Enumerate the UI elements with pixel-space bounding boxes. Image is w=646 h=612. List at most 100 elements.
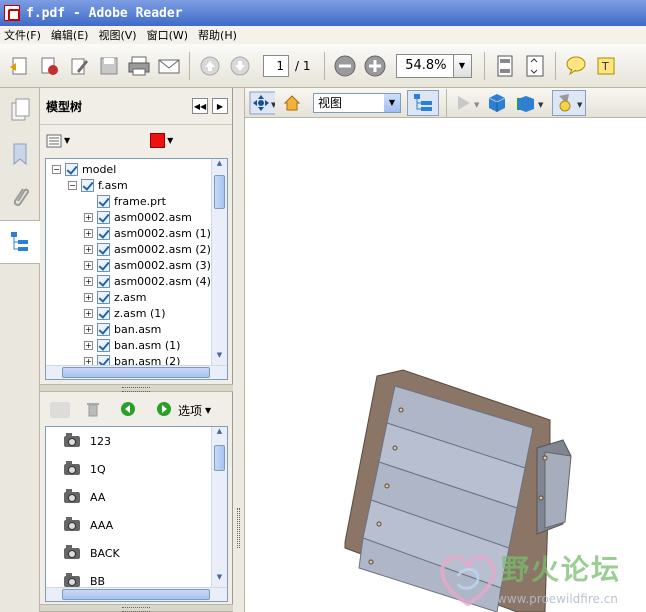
fit-page-icon[interactable]	[492, 53, 518, 79]
previous-view-icon[interactable]	[120, 401, 136, 420]
visibility-checkbox[interactable]	[97, 274, 110, 288]
expand-panel-icon[interactable]: ▶	[212, 98, 228, 114]
tree-row[interactable]: + asm0002.asm (3)	[46, 257, 227, 273]
expand-icon[interactable]: +	[84, 340, 93, 350]
menu-file[interactable]: 文件(F)	[0, 27, 47, 43]
zoom-out-icon[interactable]	[332, 53, 358, 79]
document-view[interactable]: ▼ 视图 ▼ ▼ ▼ ▼ 野火论坛 www.proewildfire.cn	[245, 88, 646, 612]
tree-row[interactable]: − f.asm	[46, 177, 227, 193]
projection-mode-icon[interactable]	[484, 90, 510, 116]
collapse-icon[interactable]: −	[52, 164, 61, 174]
create-pdf-icon[interactable]	[6, 53, 32, 79]
scroll-down-icon[interactable]: ▼	[212, 573, 227, 587]
comment-icon[interactable]	[563, 53, 589, 79]
visibility-checkbox[interactable]	[97, 194, 110, 208]
tree-row[interactable]: + asm0002.asm	[46, 209, 227, 225]
model-tree-icon[interactable]	[0, 220, 40, 264]
trash-icon[interactable]	[86, 401, 100, 420]
color-picker[interactable]: ▼	[150, 133, 173, 148]
visibility-checkbox[interactable]	[97, 306, 110, 320]
email-icon[interactable]	[156, 53, 182, 79]
expand-icon[interactable]: +	[84, 228, 93, 238]
visibility-checkbox[interactable]	[97, 210, 110, 224]
visibility-checkbox[interactable]	[97, 338, 110, 352]
home-view-icon[interactable]	[279, 90, 305, 116]
save-icon[interactable]	[96, 53, 122, 79]
expand-icon[interactable]: +	[84, 308, 93, 318]
bookmarks-icon[interactable]	[0, 132, 40, 176]
rotate-tool-icon[interactable]: ▼	[249, 90, 275, 116]
text-tool-icon[interactable]: T	[593, 53, 619, 79]
view-select[interactable]: 视图 ▼	[313, 92, 401, 113]
scroll-up-icon[interactable]: ▲	[212, 159, 227, 173]
views-vertical-scrollbar[interactable]: ▲ ▼	[211, 427, 227, 587]
hscroll-thumb[interactable]	[62, 589, 210, 600]
scroll-thumb[interactable]	[214, 445, 225, 471]
zoom-level-select[interactable]: 54.8% ▼	[395, 53, 472, 78]
pages-icon[interactable]	[0, 88, 40, 132]
camera-add-icon[interactable]	[50, 402, 70, 418]
visibility-checkbox[interactable]	[97, 226, 110, 240]
view-list-item[interactable]: 1Q	[46, 455, 227, 483]
tree-row[interactable]: + z.asm	[46, 289, 227, 305]
expand-icon[interactable]: +	[84, 244, 93, 254]
visibility-checkbox[interactable]	[81, 178, 94, 192]
view-list-item[interactable]: AA	[46, 483, 227, 511]
previous-page-icon[interactable]	[197, 53, 223, 79]
collapse-panel-icon[interactable]: ◀◀	[192, 98, 208, 114]
expand-icon[interactable]: +	[84, 292, 93, 302]
hscroll-thumb[interactable]	[62, 367, 210, 378]
full-screen-icon[interactable]	[522, 53, 548, 79]
zoom-in-icon[interactable]	[362, 53, 388, 79]
chevron-down-icon[interactable]: ▼	[452, 54, 471, 77]
visibility-checkbox[interactable]	[97, 242, 110, 256]
tree-row[interactable]: − model	[46, 161, 227, 177]
print-icon[interactable]	[126, 53, 152, 79]
tree-vertical-scrollbar[interactable]: ▲ ▼	[211, 159, 227, 365]
panel-resize-gutter[interactable]	[233, 88, 245, 612]
menu-window[interactable]: 窗口(W)	[143, 27, 194, 43]
menu-help[interactable]: 帮助(H)	[194, 27, 243, 43]
tree-row[interactable]: + ban.asm	[46, 321, 227, 337]
collaborate-icon[interactable]	[36, 53, 62, 79]
play-animation-icon[interactable]: ▼	[454, 90, 480, 116]
tree-row[interactable]: + asm0002.asm (4)	[46, 273, 227, 289]
scroll-up-icon[interactable]: ▲	[212, 427, 227, 441]
tree-row[interactable]: + asm0002.asm (2)	[46, 241, 227, 257]
expand-icon[interactable]: +	[84, 260, 93, 270]
3d-model-canvas[interactable]	[245, 118, 646, 612]
chevron-down-icon[interactable]: ▼	[384, 93, 400, 112]
menu-view[interactable]: 视图(V)	[94, 27, 142, 43]
expand-icon[interactable]: +	[84, 212, 93, 222]
tree-horizontal-scrollbar[interactable]	[46, 365, 227, 379]
visibility-checkbox[interactable]	[97, 258, 110, 272]
visibility-checkbox[interactable]	[65, 162, 78, 176]
page-number-input[interactable]: 1	[263, 54, 289, 77]
model-tree-toggle-icon[interactable]	[407, 89, 439, 116]
view-list-item[interactable]: AAA	[46, 511, 227, 539]
panel-splitter[interactable]	[40, 384, 233, 392]
panel-splitter-bottom[interactable]	[40, 604, 233, 612]
lighting-icon[interactable]: ▼	[552, 89, 586, 116]
visibility-checkbox[interactable]	[97, 322, 110, 336]
collapse-icon[interactable]: −	[68, 180, 77, 190]
options-button[interactable]: 选项	[178, 402, 202, 419]
tree-row[interactable]: + asm0002.asm (1)	[46, 225, 227, 241]
next-page-icon[interactable]	[227, 53, 253, 79]
menu-edit[interactable]: 编辑(E)	[47, 27, 95, 43]
visibility-checkbox[interactable]	[97, 290, 110, 304]
scroll-thumb[interactable]	[214, 175, 225, 209]
render-mode-icon[interactable]: ▼	[514, 90, 548, 116]
view-list-item[interactable]: BACK	[46, 539, 227, 567]
next-view-icon[interactable]	[156, 401, 172, 420]
attachments-icon[interactable]	[0, 176, 40, 220]
expand-icon[interactable]: +	[84, 324, 93, 334]
views-horizontal-scrollbar[interactable]	[46, 587, 227, 601]
tree-row[interactable]: + z.asm (1)	[46, 305, 227, 321]
tree-row[interactable]: frame.prt	[46, 193, 227, 209]
expand-icon[interactable]: +	[84, 276, 93, 286]
scroll-down-icon[interactable]: ▼	[212, 351, 227, 365]
tree-row[interactable]: + ban.asm (1)	[46, 337, 227, 353]
chevron-down-icon[interactable]: ▼	[205, 406, 211, 415]
edit-icon[interactable]	[66, 53, 92, 79]
